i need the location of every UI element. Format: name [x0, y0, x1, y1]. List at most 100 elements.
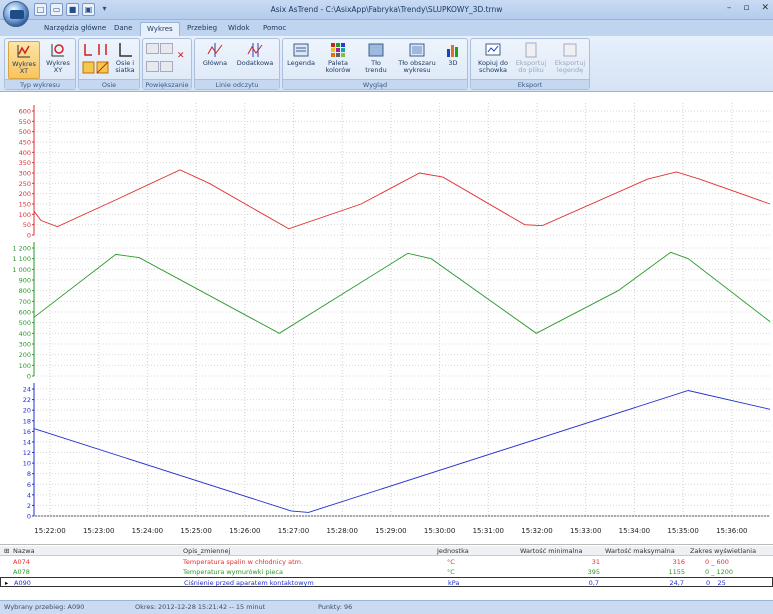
dodatkowa-button[interactable]: Dodatkowa: [235, 41, 275, 79]
y-tick-label: 300: [19, 341, 31, 349]
zoom-reset-icon[interactable]: [160, 61, 173, 72]
extra-cursor-icon: [247, 43, 263, 57]
y-tick-label: 400: [19, 330, 31, 338]
y-tick-label: 550: [19, 118, 31, 126]
wykres-xy-button[interactable]: Wykres XY: [42, 41, 74, 79]
tab-widok[interactable]: Widok: [222, 22, 256, 36]
ribbon: Wykres XT Wykres XY Typ wykresu Osie i s…: [0, 36, 773, 92]
color-palette-icon: [331, 43, 345, 57]
y-tick-label: 600: [19, 108, 31, 116]
eksportuj-legende-button[interactable]: Eksportuj legendę: [551, 41, 589, 79]
y-tick-label: 20: [23, 407, 31, 415]
close-button[interactable]: ✕: [761, 3, 769, 13]
axis-left-icon[interactable]: [82, 43, 95, 56]
chart-area[interactable]: 15:22:00 15:23:00 15:24:00 15:25:00 15:26:00…: [0, 93, 773, 545]
status-selected: Wybrany przebieg: A090: [4, 603, 85, 611]
zoom-fit-icon[interactable]: [146, 61, 159, 72]
zoom-out-icon[interactable]: [160, 43, 173, 54]
header-name[interactable]: Nazwa: [13, 546, 35, 556]
group-label: Eksport: [471, 79, 589, 89]
zoom-cancel-icon[interactable]: ✕: [177, 51, 185, 61]
legend-cell-unit: °C: [447, 568, 455, 576]
trend-chart: 15:22:00 15:23:00 15:24:00 15:25:00 15:26:00…: [12, 103, 771, 535]
header-min[interactable]: Wartość minimalna: [520, 546, 583, 556]
legend-icon: [293, 43, 309, 57]
x-tick-label: 15:22:00: [34, 527, 65, 535]
glowna-button[interactable]: Główna: [198, 41, 232, 79]
legend-row[interactable]: ▸ A090 Ciśnienie przed aparatem kontaktowy…: [0, 577, 773, 587]
group-label: Typ wykresu: [5, 79, 75, 89]
export-legend-icon: [563, 43, 577, 57]
legend-row[interactable]: A078 Temperatura wymurówki pieca °C 395 1155…: [0, 567, 773, 577]
status-points: Punkty: 96: [318, 603, 353, 611]
y-tick-label: 200: [19, 190, 31, 198]
x-tick-label: 15:31:00: [473, 527, 504, 535]
axis-grid-icon[interactable]: [82, 61, 95, 74]
header-max[interactable]: Wartość maksymalna: [605, 546, 675, 556]
axes-grid-icon: [119, 43, 132, 57]
y-tick-label: 50: [23, 221, 31, 229]
restore-button[interactable]: ▫: [743, 3, 749, 13]
tab-dane[interactable]: Dane: [108, 22, 138, 36]
tlo-trendu-button[interactable]: Tło trendu: [361, 41, 391, 79]
legend-cell-range: 0 _ 25: [706, 579, 726, 587]
legend-cell-name: A078: [13, 568, 30, 576]
y-tick-label: 250: [19, 180, 31, 188]
legend-cell-range: 0 _ 1200: [705, 568, 734, 576]
x-tick-label: 15:28:00: [326, 527, 357, 535]
y-tick-label: 700: [19, 298, 31, 306]
3d-button[interactable]: 3D: [441, 41, 465, 79]
paleta-kolorow-button[interactable]: Paleta kolorów: [321, 41, 355, 79]
x-tick-label: 15:25:00: [180, 527, 211, 535]
wykres-xt-button[interactable]: Wykres XT: [8, 41, 40, 79]
tlo-obszaru-wykresu-button[interactable]: Tło obszaru wykresu: [395, 41, 439, 79]
tab-wykres[interactable]: Wykres: [140, 22, 180, 36]
zoom-in-icon[interactable]: [146, 43, 159, 54]
legend-header-expand-icon[interactable]: ⊞: [4, 546, 9, 556]
osie-i-siatka-button[interactable]: Osie i siatka: [112, 41, 138, 79]
axis-split-icon[interactable]: [96, 61, 109, 74]
x-tick-label: 15:29:00: [375, 527, 406, 535]
legend-header: ⊞ Nazwa Opis_zmiennej Jednostka Wartość …: [0, 546, 773, 556]
y-tick-label: 0: [27, 232, 31, 240]
kopiuj-do-schowka-button[interactable]: Kopiuj do schowka: [474, 41, 512, 79]
y-tick-label: 500: [19, 128, 31, 136]
y-tick-label: 6: [27, 481, 31, 489]
y-tick-label: 100: [19, 362, 31, 370]
legend-table: ⊞ Nazwa Opis_zmiennej Jednostka Wartość …: [0, 546, 773, 596]
x-tick-label: 15:26:00: [229, 527, 260, 535]
y-tick-label: 300: [19, 170, 31, 178]
ribbon-tabs: Narzędzia główne Dane Wykres Przebieg Wi…: [0, 20, 773, 36]
y-tick-label: 600: [19, 309, 31, 317]
x-tick-label: 15:30:00: [424, 527, 455, 535]
tab-narzedzia-glowne[interactable]: Narzędzia główne: [38, 22, 112, 36]
y-tick-label: 12: [23, 449, 31, 457]
tab-pomoc[interactable]: Pomoc: [257, 22, 292, 36]
legenda-button[interactable]: Legenda: [286, 41, 316, 79]
header-unit[interactable]: Jednostka: [437, 546, 469, 556]
title-bar: □ ▭ ■ ▣ ▾ Asix AsTrend - C:\AsixApp\Fabr…: [0, 0, 773, 27]
axis-double-icon[interactable]: [96, 43, 109, 56]
eksportuj-do-pliku-button[interactable]: Eksportuj do pliku: [513, 41, 549, 79]
status-bar: Wybrany przebieg: A090 Okres: 2012-12-28…: [0, 600, 773, 614]
minimize-button[interactable]: –: [727, 3, 732, 13]
xt-chart-icon: [17, 45, 30, 58]
header-range[interactable]: Zakres wyświetlania: [690, 546, 756, 556]
header-desc[interactable]: Opis_zmiennej: [183, 546, 230, 556]
legend-cell-min: 0,7: [588, 579, 599, 587]
legend-cell-range: 0 _ 600: [705, 558, 729, 566]
bar-3d-icon: [447, 45, 458, 57]
y-tick-label: 8: [27, 470, 31, 478]
y-tick-label: 0: [27, 373, 31, 381]
y-tick-label: 200: [19, 351, 31, 359]
tab-przebieg[interactable]: Przebieg: [181, 22, 223, 36]
legend-cell-desc: Temperatura wymurówki pieca: [183, 568, 283, 576]
legend-cell-max: 24,7: [669, 579, 684, 587]
selected-row-indicator-icon: ▸: [5, 579, 9, 587]
y-tick-label: 22: [23, 396, 31, 404]
legend-row[interactable]: A074 Temperatura spalin w chłodnicy atm. °…: [0, 557, 773, 567]
group-typ-wykresu: Wykres XT Wykres XY Typ wykresu: [4, 38, 76, 90]
app-menu-button[interactable]: [3, 1, 29, 27]
app-logo-icon: [10, 10, 24, 19]
x-tick-label: 15:36:00: [716, 527, 747, 535]
